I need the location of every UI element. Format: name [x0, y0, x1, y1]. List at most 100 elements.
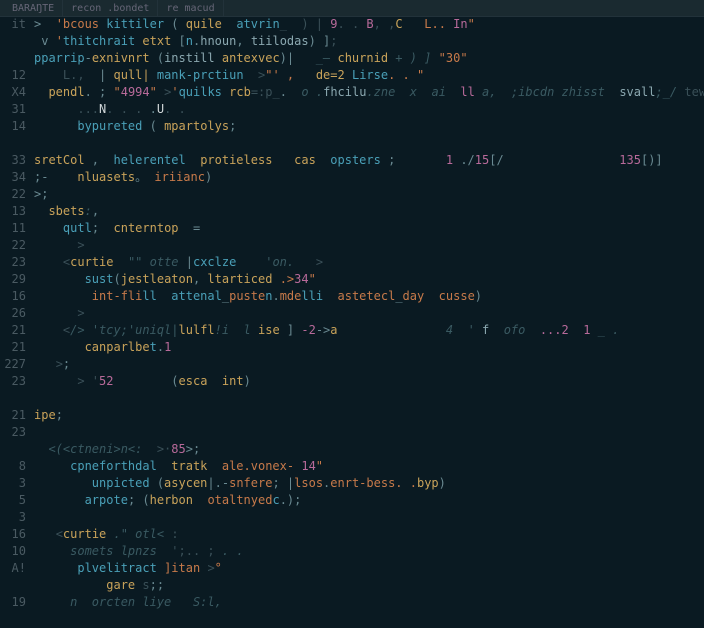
code-token: otaltnyed [207, 493, 272, 507]
line-number: X4 [0, 84, 26, 101]
code-line[interactable]: > [34, 237, 704, 254]
code-token: In [453, 17, 467, 31]
code-token: ipe [34, 408, 56, 422]
code-line[interactable]: sretCol , helerentel protieless cas opst… [34, 152, 704, 169]
code-token [316, 153, 330, 167]
code-token: t [150, 340, 157, 354]
code-token: ) ] [309, 34, 331, 48]
editor-tab[interactable]: BARAŊTE [4, 0, 63, 17]
code-token: protieless [200, 153, 272, 167]
line-number: 29 [0, 271, 26, 288]
code-token: ...2 [540, 323, 569, 337]
code-token: .> [280, 272, 294, 286]
code-line[interactable]: somets lpnzs ';.. ; . . [34, 543, 704, 560]
code-line[interactable]: ipe; [34, 407, 704, 424]
code-token: qull| [114, 68, 150, 82]
code-line[interactable]: sbets:, [34, 203, 704, 220]
code-token: . . . [106, 102, 149, 116]
code-token: , [236, 34, 250, 48]
code-line[interactable]: <curtie ." otl< : [34, 526, 704, 543]
code-token: unpicted [92, 476, 150, 490]
line-number: 16 [0, 526, 26, 543]
code-token: -2 [301, 323, 315, 337]
code-token: ll attenal [142, 289, 221, 303]
code-token: int-fli [92, 289, 143, 303]
code-line[interactable]: L., | qull| mank-prctiun >"' , de=2 Lirs… [34, 67, 704, 84]
editor-tab[interactable]: recon .bondet [63, 0, 158, 17]
code-token: svall [619, 85, 655, 99]
code-line[interactable]: gare s;; [34, 577, 704, 594]
code-line[interactable]: bypureted ( mpartolys; [34, 118, 704, 135]
code-line[interactable]: ;- nluasets。 iriianc) [34, 169, 704, 186]
code-line[interactable]: pparrip-exnivnrt (instill antexvec)| _— … [34, 50, 704, 67]
code-line[interactable]: canparlbet.1 [34, 339, 704, 356]
code-token: .); [280, 493, 302, 507]
line-number [0, 390, 26, 407]
code-token: "30" [439, 51, 468, 65]
code-token: atvrin [236, 17, 279, 31]
code-line[interactable]: n orcten liye S:l, [34, 594, 704, 611]
code-token [34, 255, 63, 269]
code-token: ; [330, 34, 337, 48]
line-number: 23 [0, 254, 26, 271]
code-line[interactable] [34, 424, 704, 441]
code-token: ( [142, 119, 164, 133]
code-line[interactable]: >; [34, 356, 704, 373]
code-token: iriianc [154, 170, 205, 184]
code-line[interactable]: <curtie "" otte |cxclze 'on. > [34, 254, 704, 271]
code-token: |.- [207, 476, 229, 490]
code-token: s [142, 578, 149, 592]
code-line[interactable] [34, 390, 704, 407]
code-token: 9 [330, 17, 337, 31]
editor-tab[interactable]: re macud [158, 0, 223, 17]
code-token: int [222, 374, 244, 388]
code-token: fhcilu [323, 85, 366, 99]
code-token: ofo [489, 323, 525, 337]
code-token: sust [85, 272, 114, 286]
code-token: B [366, 17, 373, 31]
code-line[interactable]: qutl; cnterntop = [34, 220, 704, 237]
code-token [34, 85, 48, 99]
code-token [157, 561, 164, 575]
code-line[interactable]: > '52 (esca int) [34, 373, 704, 390]
code-token [345, 68, 352, 82]
code-token [34, 527, 56, 541]
code-token: !i l [215, 323, 251, 337]
code-line[interactable]: >; [34, 186, 704, 203]
code-line[interactable]: pendl. ; "4994" >'quilks rcb=:p_. o .fhc… [34, 84, 704, 101]
code-line[interactable] [34, 509, 704, 526]
code-token: )| [280, 51, 316, 65]
code-line[interactable]: v 'thitchrait etxt [n.hnoun, tiilodas) ]… [34, 33, 704, 50]
line-number: 21 [0, 322, 26, 339]
code-line[interactable]: cpneforthdal tratk ale.vonex- 14" [34, 458, 704, 475]
code-token: - [85, 51, 92, 65]
code-token: ';.. ; [171, 544, 214, 558]
code-token [34, 323, 63, 337]
code-line[interactable]: <(<ctneni>n<: >·85>; [34, 441, 704, 458]
code-token: " [468, 17, 475, 31]
code-line[interactable]: > 'bcous kittiler ( quile atvrin_ ) | 9.… [34, 16, 704, 33]
code-line[interactable] [34, 135, 704, 152]
code-token [525, 323, 539, 337]
code-line[interactable]: </> 'tcy;'uniql|lulfl!i l ise ] -2->a 4 … [34, 322, 704, 339]
code-line[interactable]: sust(jestleaton, ltarticed .>34" [34, 271, 704, 288]
code-token: .zne x ai [366, 85, 460, 99]
code-token: = [193, 221, 200, 235]
code-token [34, 493, 85, 507]
code-line[interactable]: ...N. . . .U. . [34, 101, 704, 118]
code-line[interactable]: unpicted (asycen|.-snfere; |lsos.enrt-be… [34, 475, 704, 492]
code-editor-area[interactable]: > 'bcous kittiler ( quile atvrin_ ) | 9.… [34, 16, 704, 611]
code-token: >· [142, 442, 171, 456]
code-line[interactable]: int-flill attenal_pusten.mdelli astetecl… [34, 288, 704, 305]
code-token: , , [374, 17, 396, 31]
line-number: 14 [0, 118, 26, 135]
code-token: ' [171, 85, 178, 99]
code-line[interactable]: arpote; (herbon otaltnyedc.); [34, 492, 704, 509]
code-token: gare [106, 578, 135, 592]
code-token: 'bcous [56, 17, 107, 31]
code-token: 'on. [265, 255, 294, 269]
code-token [34, 306, 77, 320]
code-line[interactable]: plvelitract ]itan >° [34, 560, 704, 577]
code-line[interactable]: > [34, 305, 704, 322]
code-token: <(<ctneni>n<: [48, 442, 142, 456]
